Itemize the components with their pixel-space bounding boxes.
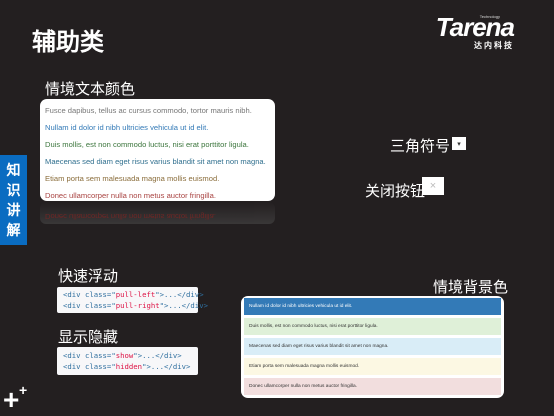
bg-colors-panel: Nullam id dolor id nibh ultricies vehicu… [241,296,504,398]
bg-row: Nullam id dolor id nibh ultricies vehicu… [244,298,501,315]
bg-colors-heading: 情境背景色 [433,278,509,296]
text-line: Fusce dapibus, tellus ac cursus commodo,… [45,106,252,115]
text-line: Maecenas sed diam eget risus varius blan… [45,157,266,166]
close-label: 关闭按钮 [365,182,426,200]
bg-row: Duis mollis, est non commodo luctus, nis… [244,318,501,335]
caret-label: 三角符号 [390,137,451,155]
showhide-code: <div class="show">...</div> <div class="… [57,347,198,375]
caret-icon[interactable]: ▾ [452,137,466,150]
bg-row: Etiam porta sem malesuada magna mollis e… [244,358,501,375]
sidebar-label: 知识讲解 [6,163,21,239]
bg-row: Donec ullamcorper nulla non metus auctor… [244,378,501,395]
float-code: <div class="pull-left">...</div> <div cl… [57,287,208,313]
reflection-text: Donec ullamcorper nulla non metus auctor… [45,212,216,221]
text-line: Nullam id dolor id nibh ultricies vehicu… [45,123,209,132]
text-line: Etiam porta sem malesuada magna mollis e… [45,174,220,183]
text-colors-heading: 情境文本颜色 [45,80,136,98]
small-plus-icon: + [19,382,28,398]
logo-tech: Technology [479,14,500,19]
slide-title: 辅助类 [32,28,104,56]
panel-reflection: Donec ullamcorper nulla non metus auctor… [40,202,275,224]
float-heading: 快速浮动 [58,267,119,285]
sidebar-tab[interactable]: 知识讲解 [0,155,27,245]
text-line: Duis mollis, est non commodo luctus, nis… [45,140,249,149]
bg-row: Maecenas sed diam eget risus varius blan… [244,338,501,355]
tarena-logo: Technology Tarena 达内科技 [435,12,515,51]
close-icon[interactable]: × [422,177,444,195]
text-colors-panel: Fusce dapibus, tellus ac cursus commodo,… [40,99,275,201]
plus-icon: + [3,384,20,415]
logo-name: Tarena [435,12,515,42]
showhide-heading: 显示隐藏 [58,328,119,346]
